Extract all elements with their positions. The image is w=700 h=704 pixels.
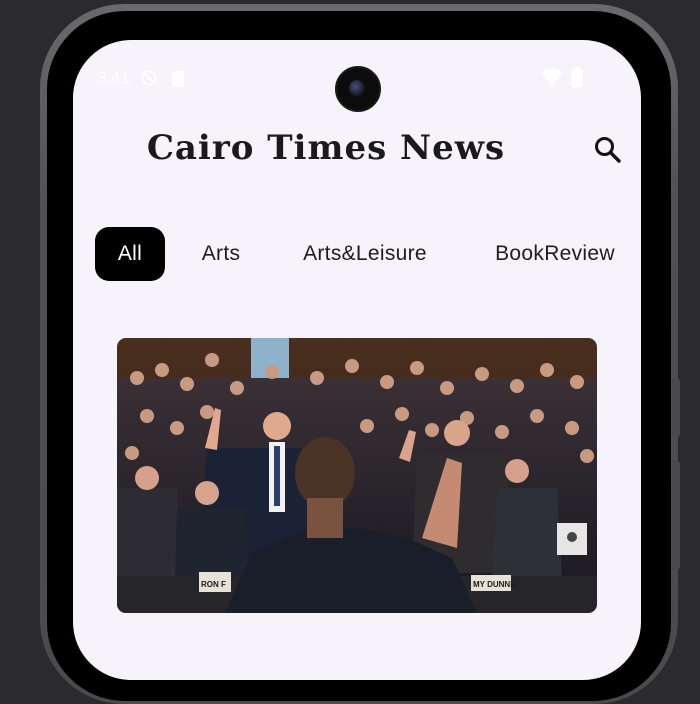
tab-arts-leisure[interactable]: Arts&Leisure [285,227,445,281]
app-title: Cairo Times News [146,128,506,168]
article-image[interactable]: RON F MY DUNNE [117,338,597,613]
placard-right: MY DUNNE [473,580,516,589]
tab-arts[interactable]: Arts [187,227,255,281]
app-screen: 3:41 Cairo Times News All Arts Arts&Leis… [73,40,641,680]
search-icon [595,137,621,163]
front-camera [335,66,381,112]
tab-all[interactable]: All [95,227,165,281]
status-time: 3:41 [97,68,131,87]
power-key [672,460,680,570]
wifi-icon [541,68,563,91]
category-tabs: All Arts Arts&Leisure BookReview [95,227,641,283]
tab-book-review[interactable]: BookReview [475,227,635,281]
battery-icon [571,67,583,92]
sim-card-icon [171,70,185,93]
volume-key [672,378,680,438]
placard-left: RON F [201,580,226,589]
search-button[interactable] [593,135,623,165]
hearing-photo: RON F MY DUNNE [117,338,597,613]
do-not-disturb-icon [141,70,157,91]
